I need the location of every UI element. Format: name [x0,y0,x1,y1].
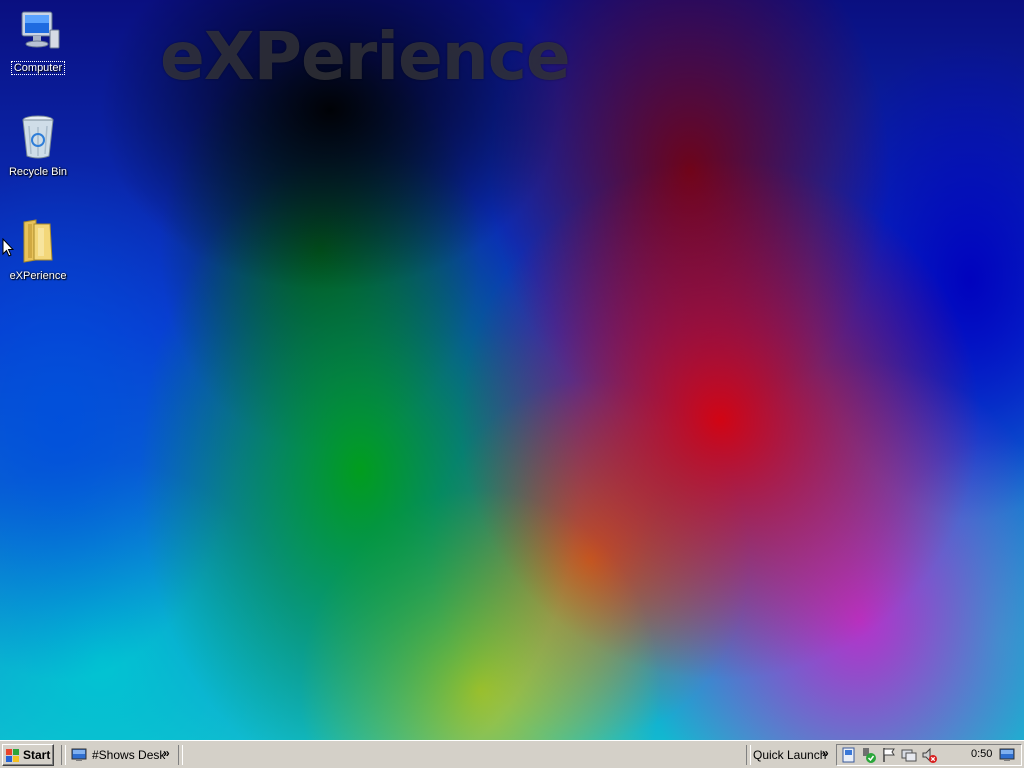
security-shield-icon[interactable] [861,747,877,763]
start-label: Start [23,748,51,762]
start-button[interactable]: Start [2,744,54,766]
toolbar-grip[interactable] [61,745,66,765]
desktop-icon-label: Recycle Bin [8,166,68,178]
toolbar-grip[interactable] [746,745,751,765]
computer-icon [14,8,62,56]
wallpaper-title: eXPerience [160,18,571,95]
desktop-icon-label: Computer [10,61,66,75]
quick-launch-label: Quick Launch [753,748,827,762]
folder-icon [14,216,62,264]
mouse-cursor-icon [2,238,14,257]
recycle-bin-icon [14,112,62,160]
desktop-wallpaper: eXPerience [0,0,1024,740]
taskbar: Start #Shows Desk » Quick Launch » 0:50 [0,740,1024,768]
toolbar-label: #Shows Desk [92,748,166,762]
show-desktop-icon[interactable] [999,747,1015,763]
clock[interactable]: 0:50 [971,748,992,760]
shows-desk-toolbar[interactable]: #Shows Desk [71,746,165,764]
windows-logo-icon [6,748,19,762]
desktop-icon-computer[interactable]: Computer [0,8,76,76]
quick-launch-toolbar[interactable]: Quick Launch [753,746,826,764]
volume-muted-icon[interactable] [921,747,937,763]
quick-launch-overflow-chevron[interactable]: » [822,744,829,762]
flag-icon[interactable] [881,747,897,763]
desktop-icon-label: eXPerience [9,270,67,282]
network-icon[interactable] [841,747,857,763]
desktop-icon-recycle-bin[interactable]: Recycle Bin [0,112,76,180]
display-icon[interactable] [901,747,917,763]
show-desktop-toolbar-icon [71,748,87,761]
system-tray: 0:50 [836,744,1022,766]
toolbar-overflow-chevron[interactable]: » [163,744,170,762]
toolbar-grip[interactable] [178,745,183,765]
